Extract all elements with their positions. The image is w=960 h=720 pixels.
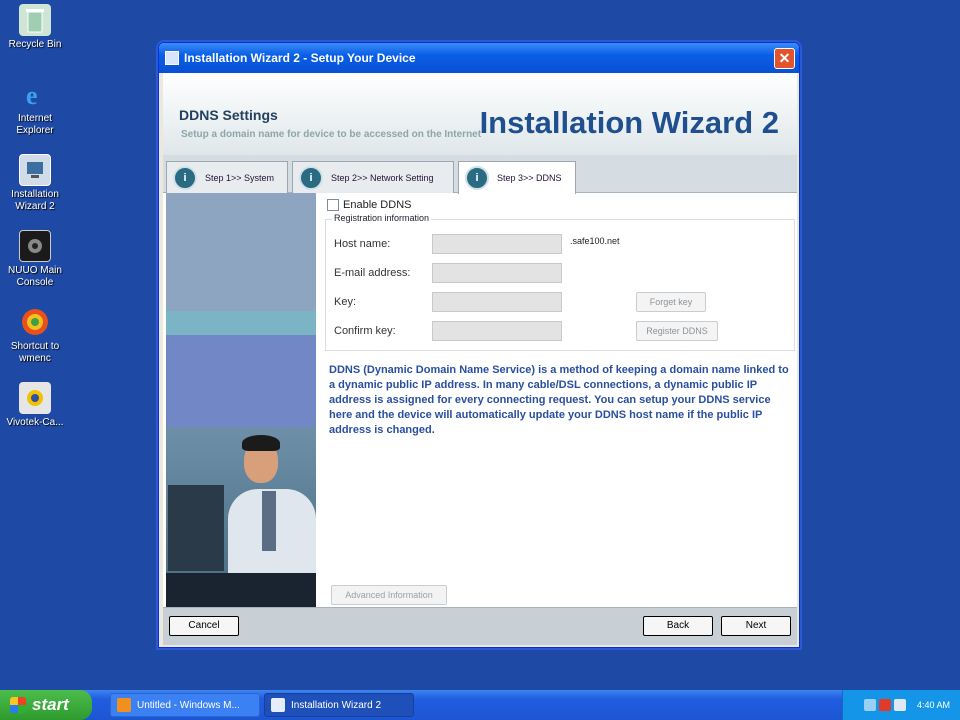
next-button[interactable]: Next xyxy=(721,616,791,636)
photo-desk xyxy=(166,573,316,607)
tab-label: Step 2>> Network Setting xyxy=(331,172,434,183)
registration-legend: Registration information xyxy=(332,213,432,223)
decor-band xyxy=(166,193,316,313)
desktop-icon-wmenc[interactable]: Shortcut to wmenc xyxy=(4,306,66,365)
taskbar-item-installation-wizard[interactable]: Installation Wizard 2 xyxy=(264,693,414,717)
close-button[interactable]: ✕ xyxy=(774,48,795,69)
wizard-header: DDNS Settings Setup a domain name for de… xyxy=(163,73,797,155)
ddns-description: DDNS (Dynamic Domain Name Service) is a … xyxy=(329,364,789,436)
enable-ddns-label: Enable DDNS xyxy=(343,199,412,211)
enable-ddns-checkbox[interactable] xyxy=(327,199,339,211)
desktop-icon-vivotek[interactable]: Vivotek-Ca... xyxy=(4,382,66,429)
registration-fieldset: Registration information Host name: .saf… xyxy=(325,213,795,351)
taskbar-item-label: Untitled - Windows M... xyxy=(137,699,240,711)
installer-icon xyxy=(271,698,285,712)
host-name-input[interactable] xyxy=(432,234,562,254)
taskbar-item-label: Installation Wizard 2 xyxy=(291,699,382,711)
desktop-icon-label: Vivotek-Ca... xyxy=(6,417,64,428)
clock[interactable]: 4:40 AM xyxy=(917,700,950,710)
desktop-icon-label: Installation Wizard 2 xyxy=(11,189,59,212)
security-icon[interactable] xyxy=(878,699,891,711)
enable-ddns-option[interactable]: Enable DDNS xyxy=(327,199,411,211)
desktop-icon-label: Internet Explorer xyxy=(16,113,54,136)
key-row: Key: xyxy=(334,292,562,312)
system-tray: 4:40 AM xyxy=(842,690,960,720)
console-icon xyxy=(19,230,51,262)
desktop-icon-recycle-bin[interactable]: Recycle Bin xyxy=(4,4,66,51)
step-tabs: i Step 1>> System i Step 2>> Network Set… xyxy=(163,155,797,194)
taskbar-item-windows-media[interactable]: Untitled - Windows M... xyxy=(110,693,260,717)
host-name-row: Host name: xyxy=(334,234,562,254)
host-name-label: Host name: xyxy=(334,238,391,250)
cancel-button[interactable]: Cancel xyxy=(169,616,239,636)
advanced-information-button[interactable]: Advanced Information xyxy=(331,585,447,605)
desktop-icon-internet-explorer[interactable]: e Internet Explorer xyxy=(4,78,66,137)
key-input[interactable] xyxy=(432,292,562,312)
volume-icon[interactable] xyxy=(893,699,906,711)
decor-band xyxy=(166,335,316,427)
installer-icon xyxy=(19,154,51,186)
network-icon[interactable] xyxy=(863,699,876,711)
confirm-key-input[interactable] xyxy=(432,321,562,341)
desktop-icon-label: Recycle Bin xyxy=(8,39,62,50)
tab-step-2-network-setting[interactable]: i Step 2>> Network Setting xyxy=(292,161,454,193)
installation-wizard-window: Installation Wizard 2 - Setup Your Devic… xyxy=(158,42,800,648)
key-label: Key: xyxy=(334,296,357,308)
decor-band xyxy=(166,311,316,335)
email-label: E-mail address: xyxy=(334,267,411,279)
taskbar: start Untitled - Windows M... Installati… xyxy=(0,690,960,720)
tab-label: Step 1>> System xyxy=(205,172,275,183)
confirm-key-label: Confirm key: xyxy=(334,325,396,337)
start-label: start xyxy=(32,695,69,714)
desktop-icon-label: NUUO Main Console xyxy=(8,265,62,288)
photo-tie xyxy=(262,491,276,551)
register-ddns-button[interactable]: Register DDNS xyxy=(636,321,718,341)
photo-hair xyxy=(242,435,280,451)
windows-flag-icon xyxy=(10,697,26,713)
start-button[interactable]: start xyxy=(0,690,92,720)
tab-step-3-ddns[interactable]: i Step 3>> DDNS xyxy=(458,161,576,194)
desktop-icon-nuuo-console[interactable]: NUUO Main Console xyxy=(4,230,66,289)
photo-monitor xyxy=(168,485,224,571)
camera-icon xyxy=(19,382,51,414)
close-icon: ✕ xyxy=(778,50,791,66)
email-row: E-mail address: xyxy=(334,263,562,283)
desktop-icon-label: Shortcut to wmenc xyxy=(10,341,60,364)
businessman-photo xyxy=(166,427,316,607)
media-icon xyxy=(19,306,51,338)
info-icon: i xyxy=(465,166,489,190)
tab-step-1-system[interactable]: i Step 1>> System xyxy=(166,161,288,193)
back-button[interactable]: Back xyxy=(643,616,713,636)
host-suffix: .safe100.net xyxy=(570,236,620,246)
section-title: DDNS Settings xyxy=(179,107,278,123)
email-input[interactable] xyxy=(432,263,562,283)
brand-title: Installation Wizard 2 xyxy=(479,105,779,140)
ie-icon: e xyxy=(19,78,51,110)
wizard-footer: Cancel Back Next xyxy=(163,607,797,645)
media-player-icon xyxy=(117,698,131,712)
window-titlebar[interactable]: Installation Wizard 2 - Setup Your Devic… xyxy=(159,43,799,73)
wizard-content: DDNS Settings Setup a domain name for de… xyxy=(163,73,797,645)
forget-key-button[interactable]: Forget key xyxy=(636,292,706,312)
svg-text:e: e xyxy=(26,81,38,109)
desktop-icon-installation-wizard[interactable]: Installation Wizard 2 xyxy=(4,154,66,213)
app-icon xyxy=(165,51,179,65)
recycle-bin-icon xyxy=(19,4,51,36)
section-subtitle: Setup a domain name for device to be acc… xyxy=(181,129,482,140)
confirm-key-row: Confirm key: xyxy=(334,321,562,341)
window-title: Installation Wizard 2 - Setup Your Devic… xyxy=(184,51,416,65)
tab-label: Step 3>> DDNS xyxy=(497,173,562,183)
ddns-form: Enable DDNS Registration information Hos… xyxy=(323,193,797,607)
info-icon: i xyxy=(299,165,323,190)
side-image-panel xyxy=(166,193,316,607)
info-icon: i xyxy=(173,165,197,190)
